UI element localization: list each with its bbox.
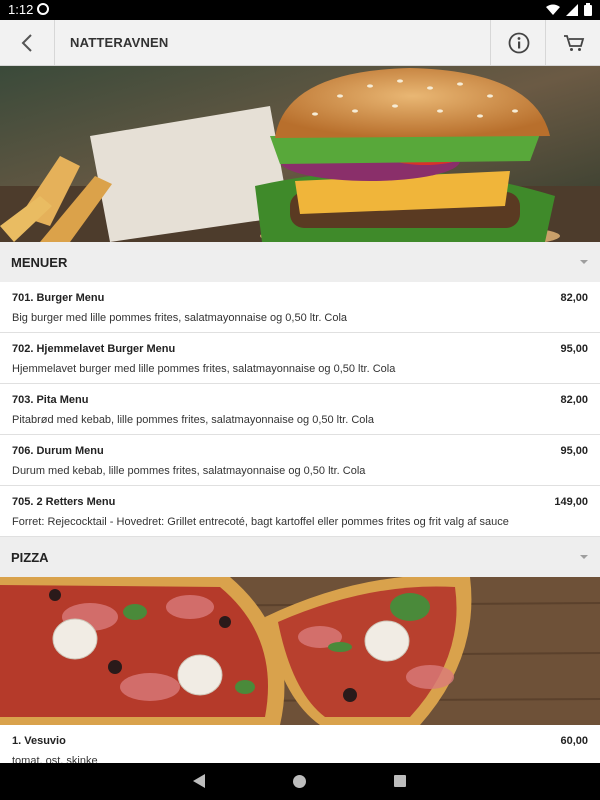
menu-item[interactable]: 703. Pita Menu 82,00 Pitabrød med kebab,… bbox=[0, 384, 600, 435]
chevron-down-icon bbox=[580, 260, 588, 264]
item-description: tomat, ost, skinke bbox=[12, 755, 98, 763]
category-title: MENUER bbox=[11, 255, 68, 270]
item-description: Forret: Rejecocktail - Hovedret: Grillet… bbox=[12, 516, 509, 528]
wifi-icon bbox=[546, 4, 560, 15]
item-description: Pitabrød med kebab, lille pommes frites,… bbox=[12, 414, 374, 426]
menu-item[interactable]: 701. Burger Menu 82,00 Big burger med li… bbox=[0, 282, 600, 333]
item-name: 701. Burger Menu bbox=[12, 292, 105, 304]
info-icon bbox=[508, 32, 529, 53]
item-description: Hjemmelavet burger med lille pommes frit… bbox=[12, 363, 396, 375]
arrow-left-icon bbox=[21, 33, 32, 52]
category-pizza: PIZZA 1. Vesuvio 60,00 tomat, ost, skink… bbox=[0, 537, 600, 763]
app-notification-icon bbox=[37, 3, 49, 15]
status-bar: 1:12 bbox=[0, 0, 600, 20]
category-header[interactable]: PIZZA bbox=[0, 537, 600, 577]
item-price: 95,00 bbox=[560, 445, 588, 457]
page-title: NATTERAVNEN bbox=[70, 35, 169, 50]
nav-recents-icon[interactable] bbox=[394, 775, 406, 787]
menu-content[interactable]: MENUER 701. Burger Menu 82,00 Big burger… bbox=[0, 66, 600, 763]
chevron-down-icon bbox=[580, 555, 588, 559]
item-name: 1. Vesuvio bbox=[12, 735, 66, 747]
burger-hero-image bbox=[0, 66, 600, 242]
item-price: 60,00 bbox=[560, 735, 588, 747]
menu-item[interactable]: 705. 2 Retters Menu 149,00 Forret: Rejec… bbox=[0, 486, 600, 537]
item-price: 149,00 bbox=[554, 496, 588, 508]
item-price: 95,00 bbox=[560, 343, 588, 355]
item-description: Durum med kebab, lille pommes frites, sa… bbox=[12, 465, 366, 477]
nav-home-icon[interactable] bbox=[293, 775, 306, 788]
item-name: 703. Pita Menu bbox=[12, 394, 89, 406]
battery-icon bbox=[584, 3, 592, 16]
item-name: 702. Hjemmelavet Burger Menu bbox=[12, 343, 176, 355]
status-time: 1:12 bbox=[8, 2, 34, 17]
back-button[interactable] bbox=[0, 20, 55, 65]
item-price: 82,00 bbox=[560, 394, 588, 406]
category-menuer: MENUER 701. Burger Menu 82,00 Big burger… bbox=[0, 242, 600, 537]
menu-item[interactable]: 706. Durum Menu 95,00 Durum med kebab, l… bbox=[0, 435, 600, 486]
category-header[interactable]: MENUER bbox=[0, 242, 600, 282]
info-button[interactable] bbox=[490, 20, 546, 65]
menu-item[interactable]: 1. Vesuvio 60,00 tomat, ost, skinke bbox=[0, 725, 600, 763]
app-toolbar: NATTERAVNEN bbox=[0, 20, 600, 66]
category-title: PIZZA bbox=[11, 550, 49, 565]
signal-icon bbox=[566, 3, 578, 16]
item-name: 706. Durum Menu bbox=[12, 445, 104, 457]
item-name: 705. 2 Retters Menu bbox=[12, 496, 116, 508]
item-description: Big burger med lille pommes frites, sala… bbox=[12, 312, 348, 324]
cart-button[interactable] bbox=[545, 20, 600, 65]
item-price: 82,00 bbox=[560, 292, 588, 304]
system-nav-bar bbox=[0, 763, 600, 800]
menu-item[interactable]: 702. Hjemmelavet Burger Menu 95,00 Hjemm… bbox=[0, 333, 600, 384]
pizza-image bbox=[0, 577, 600, 725]
status-icons bbox=[546, 3, 592, 16]
nav-back-icon[interactable] bbox=[193, 774, 205, 788]
cart-icon bbox=[563, 34, 584, 51]
